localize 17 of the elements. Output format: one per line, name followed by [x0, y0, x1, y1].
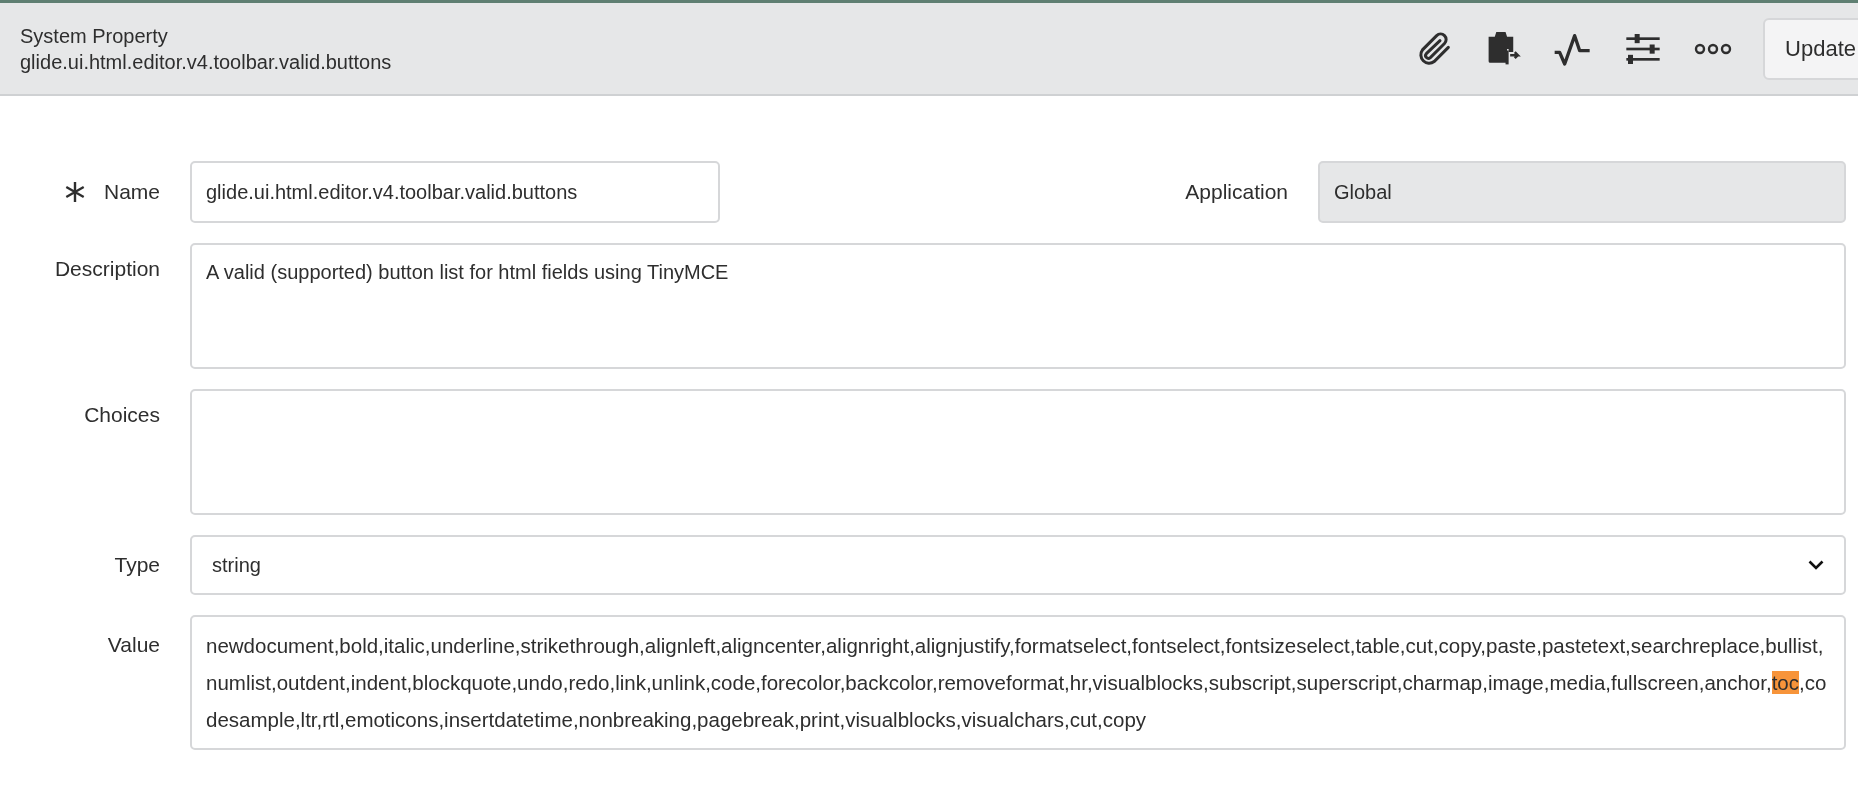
type-dropdown[interactable]: string	[190, 535, 1846, 595]
header-subtitle: glide.ui.html.editor.v4.toolbar.valid.buttons	[20, 49, 392, 75]
update-button[interactable]: Update	[1763, 17, 1858, 80]
name-field[interactable]: glide.ui.html.editor.v4.toolbar.valid.buttons	[190, 161, 720, 223]
field-label: Type	[114, 553, 160, 577]
choices-field[interactable]	[190, 389, 1846, 515]
field-label: Choices	[84, 403, 160, 426]
field-label: Value	[107, 633, 160, 656]
field-label: Description	[54, 257, 160, 280]
field-label: Application	[1185, 180, 1288, 204]
description-field[interactable]: A valid (supported) button list for html fields using TinyMCE	[190, 243, 1846, 369]
field-label: Name	[103, 179, 160, 206]
header-title: System Property	[20, 23, 169, 49]
chevron-down-icon	[1808, 560, 1824, 570]
value-field[interactable]: newdocument,bold,italic,underline,strikethrough,alignleft,aligncenter,alignright,alignjustify,formatselect,fontselect,fontsizeselect,table,cut,copy,paste,pastetext,searchreplace,bullist,numlist,outdent,indent,blockquote,undo,redo,link,unlink,code,forecolor,backcolor,removeformat,hr,visualblocks,subscript,superscript,charmap,image,media,fullscreen,anchor,toc,codesample,ltr,rtl,emoticons,insertdatetime,nonbreaking,pagebreak,print,visualblocks,visualchars,cut,copy	[190, 615, 1846, 750]
application-field[interactable]: Global	[1318, 161, 1846, 223]
more-icon[interactable]	[1693, 41, 1734, 56]
